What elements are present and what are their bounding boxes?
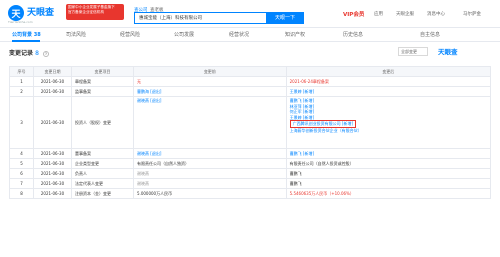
promo-line-2: 官方备案企业征信机构 bbox=[68, 10, 104, 14]
logo-text: 天眼查 bbox=[27, 7, 55, 18]
nav-service[interactable]: 天眼企服 bbox=[396, 11, 414, 17]
person-link[interactable]: 曹鹏飞 [新增] bbox=[290, 151, 314, 156]
tab-operating-status[interactable]: 经营状况 bbox=[229, 31, 249, 38]
person-link[interactable]: 谢晓燕 [退出] bbox=[137, 151, 161, 156]
table-row: 7 2021-06-30 法定代表人变更 谢晓燕 曹鹏飞 bbox=[9, 178, 492, 189]
table-row: 3 2021-06-30 投资人（股权）变更 谢晓燕 [退出] 曹鹏飞 [新增]… bbox=[9, 96, 492, 149]
column-header-before: 变更前 bbox=[133, 66, 287, 77]
column-header-after: 变更后 bbox=[285, 66, 492, 77]
person-link[interactable]: 曹鹏海 [退出] bbox=[137, 89, 161, 94]
tab-company-background[interactable]: 公司背景 38 bbox=[12, 31, 41, 38]
person-link[interactable]: 谢晓燕 [退出] bbox=[137, 98, 283, 104]
logo-icon: 天 bbox=[8, 5, 24, 21]
column-header-index: 序号 bbox=[9, 66, 34, 77]
table-row: 4 2021-06-30 董事备案 谢晓燕 [退出] 曹鹏飞 [新增] bbox=[9, 148, 492, 159]
section-tabs: 公司背景 38 司法风险 经营风险 公司发展 经营状况 知识产权 历史信息 自主… bbox=[0, 28, 500, 42]
table-row: 6 2021-06-30 负责人 谢晓燕 曹鹏飞 bbox=[9, 168, 492, 179]
nav-user[interactable]: 马尔萨金 bbox=[463, 11, 481, 17]
table-row: 1 2021-06-30 章程备案 无 2021-06-24章程备案 bbox=[9, 76, 492, 87]
table-row: 5 2021-06-30 企业类型变更 有限责任公司（自然人独资） 有限责任公司… bbox=[9, 158, 492, 169]
tab-history[interactable]: 历史信息 bbox=[343, 31, 363, 38]
promo-banner[interactable]: 国家中小企业发展子基金旗下 官方备案企业征信机构 bbox=[66, 4, 124, 20]
search-input[interactable]: 惠城宝能（上海）科技有限公司 bbox=[134, 12, 266, 24]
nav-app[interactable]: 应用 bbox=[374, 11, 383, 17]
tab-ip[interactable]: 知识产权 bbox=[285, 31, 305, 38]
help-icon[interactable]: ? bbox=[43, 50, 50, 57]
tab-development[interactable]: 公司发展 bbox=[174, 31, 194, 38]
company-link[interactable]: 上海蔚华创新投资合伙企业（有限合伙） bbox=[290, 128, 487, 134]
record-count: 8 bbox=[35, 50, 39, 57]
logo-subtitle: TianYanCha.com bbox=[8, 20, 33, 24]
tab-operating-risk[interactable]: 经营风险 bbox=[120, 31, 140, 38]
top-bar: 天 天眼查 TianYanCha.com 国家中小企业发展子基金旗下 官方备案企… bbox=[0, 0, 500, 28]
tab-self-info[interactable]: 自主信息 bbox=[420, 31, 440, 38]
nav-messages[interactable]: 消息中心 bbox=[427, 11, 445, 17]
column-header-item: 变更项目 bbox=[71, 66, 134, 77]
tianyancha-logo: 天眼查 bbox=[438, 48, 458, 56]
table-row: 8 2021-06-30 注册资本（金）变更 5.000000万人民币 5.54… bbox=[9, 188, 492, 199]
search-button[interactable]: 天眼一下 bbox=[266, 12, 304, 24]
change-records-panel: 变更记录 8 ? 全部变更 天眼查 序号 变更日期 变更项目 变更前 变更后 1… bbox=[0, 42, 500, 257]
column-header-date: 变更日期 bbox=[33, 66, 72, 77]
vip-link[interactable]: VIP会员 bbox=[343, 10, 364, 18]
table-row: 2 2021-06-30 监事备案 曹鹏海 [退出] 王景婷 [新增] bbox=[9, 86, 492, 97]
person-link[interactable]: 王景婷 [新增] bbox=[290, 89, 314, 94]
section-title: 变更记录 8 ? bbox=[9, 50, 50, 57]
change-filter-select[interactable]: 全部变更 bbox=[398, 47, 428, 56]
after-value: 2021-06-24章程备案 bbox=[289, 78, 329, 84]
table-header-row: 序号 变更日期 变更项目 变更前 变更后 bbox=[9, 66, 492, 77]
tab-judicial-risk[interactable]: 司法风险 bbox=[66, 31, 86, 38]
before-value: 无 bbox=[137, 78, 141, 84]
change-records-table: 序号 变更日期 变更项目 变更前 变更后 1 2021-06-30 章程备案 无… bbox=[9, 66, 492, 199]
company-link-highlighted[interactable]: 广西腾讯创业投资有限公司 [新增] bbox=[289, 120, 357, 128]
